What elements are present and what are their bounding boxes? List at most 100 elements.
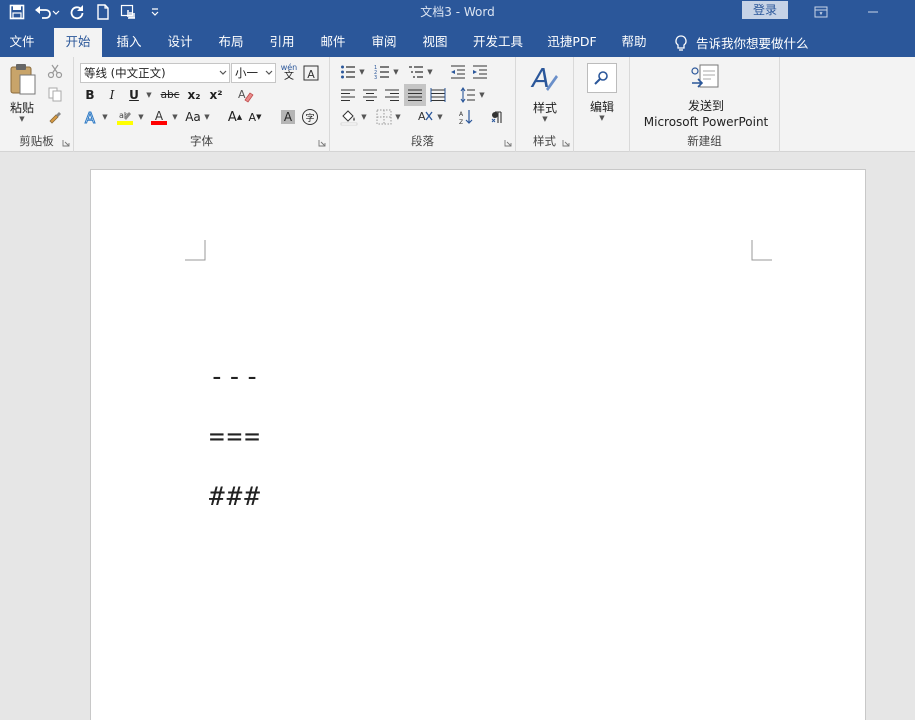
show-formatting-marks-button[interactable] [488,107,508,127]
highlight-button[interactable]: ab [114,107,136,127]
styles-button[interactable]: A 样式 ▼ [522,61,568,125]
ribbon-display-icon [814,6,828,17]
document-area[interactable]: --- === ### [0,153,915,720]
cut-button[interactable] [44,61,66,81]
multilevel-list-button[interactable] [406,62,426,82]
svg-text:A: A [238,88,246,101]
justify-icon [408,89,422,102]
paste-button[interactable]: 粘贴 ▼ [4,61,40,125]
superscript-button[interactable]: x² [206,85,226,105]
strikethrough-button[interactable]: abc [158,85,182,105]
grow-font-button[interactable]: A ▲ [226,107,244,127]
minimize-button[interactable] [850,0,896,23]
numbering-dropdown[interactable]: ▼ [392,62,400,82]
borders-button[interactable] [374,107,394,127]
chinese-layout-button[interactable]: A [414,107,436,127]
login-button[interactable]: 登录 [742,1,788,19]
dialog-launcher-icon[interactable] [62,139,70,147]
align-right-icon [385,89,399,102]
align-left-icon [341,89,355,102]
decrease-indent-icon [451,65,465,79]
shading-button[interactable] [338,107,360,127]
tab-insert[interactable]: 插入 [106,28,152,57]
tell-me-text: 告诉我你想要做什么 [696,36,809,51]
change-case-button[interactable]: Aa [182,107,204,127]
document-page[interactable]: --- === ### [90,169,866,720]
document-line-hashes[interactable]: ### [209,482,262,512]
shrink-font-label: A [248,110,257,124]
subscript-button[interactable]: x₂ [184,85,204,105]
bold-button[interactable]: B [80,85,100,105]
enclose-characters-button[interactable]: 字 [300,107,320,127]
borders-dropdown[interactable]: ▼ [394,107,402,127]
tab-references[interactable]: 引用 [259,28,305,57]
tab-xunjie-pdf[interactable]: 迅捷PDF [540,28,604,57]
align-right-button[interactable] [382,85,402,105]
clear-formatting-button[interactable]: A [234,85,256,105]
align-center-button[interactable] [360,85,380,105]
styles-icon: A [530,64,558,94]
editing-button[interactable]: 编辑 ▼ [580,61,624,125]
clipboard-group: 粘贴 ▼ 剪贴板 [0,57,74,152]
tab-design[interactable]: 设计 [157,28,203,57]
tell-me-box[interactable]: 告诉我你想要做什么 [674,28,809,57]
font-color-button[interactable]: A [148,107,170,127]
font-name-combo[interactable]: 等线 (中文正文) [80,63,230,83]
font-size-combo[interactable]: 小一 [231,63,276,83]
ribbon-display-options-button[interactable] [798,0,844,23]
send-to-powerpoint-line1: 发送到 [687,99,724,113]
paragraph-group-label: 段落 [411,134,434,148]
line-spacing-button[interactable] [458,85,478,105]
chinese-layout-dropdown[interactable]: ▼ [436,107,444,127]
editing-icon-box [587,63,617,93]
underline-dropdown[interactable]: ▼ [144,85,154,105]
character-shading-button[interactable]: A [278,107,298,127]
tab-view[interactable]: 视图 [412,28,458,57]
distributed-button[interactable] [428,85,448,105]
copy-button[interactable] [44,84,66,104]
change-case-dropdown[interactable]: ▼ [202,107,212,127]
shading-dropdown[interactable]: ▼ [360,107,368,127]
font-color-dropdown[interactable]: ▼ [170,107,180,127]
justify-button[interactable] [404,84,426,106]
document-line-equals[interactable]: === [209,422,262,452]
bullets-button[interactable] [338,62,358,82]
sort-button[interactable]: AZ [456,107,476,127]
font-name-value: 等线 (中文正文) [84,66,166,80]
text-effects-icon: A [84,109,96,125]
shrink-font-button[interactable]: A ▼ [246,107,264,127]
tab-developer[interactable]: 开发工具 [466,28,530,57]
increase-indent-button[interactable] [470,62,490,82]
tab-review[interactable]: 审阅 [361,28,407,57]
dialog-launcher-icon[interactable] [504,139,512,147]
format-painter-button[interactable] [44,107,66,127]
paste-icon [10,64,36,95]
tab-file[interactable]: 文件 [0,28,44,57]
font-group-label: 字体 [190,134,213,148]
editing-label: 编辑 [589,100,614,114]
tab-help[interactable]: 帮助 [612,28,656,57]
decrease-indent-button[interactable] [448,62,468,82]
dialog-launcher-icon[interactable] [562,139,570,147]
character-border-button[interactable]: A [301,63,321,83]
phonetic-guide-button[interactable]: wén 文 [279,62,299,82]
multilevel-list-dropdown[interactable]: ▼ [426,62,434,82]
document-line-dashes[interactable]: --- [209,362,262,392]
tab-layout[interactable]: 布局 [208,28,254,57]
highlight-dropdown[interactable]: ▼ [136,107,146,127]
tab-home[interactable]: 开始 [54,28,102,57]
align-left-button[interactable] [338,85,358,105]
new-group-label: 新建组 [687,134,722,148]
italic-button[interactable]: I [102,85,122,105]
send-to-powerpoint-button[interactable]: 发送到 Microsoft PowerPoint [636,61,776,129]
text-effects-button[interactable]: A [80,107,100,127]
text-effects-dropdown[interactable]: ▼ [100,107,110,127]
svg-text:A: A [418,110,426,123]
dialog-launcher-icon[interactable] [318,139,326,147]
chevron-down-icon: ▼ [542,115,548,123]
underline-button[interactable]: U [124,85,144,105]
line-spacing-dropdown[interactable]: ▼ [478,85,486,105]
tab-mailings[interactable]: 邮件 [310,28,356,57]
numbering-button[interactable]: 123 [372,62,392,82]
bullets-dropdown[interactable]: ▼ [358,62,366,82]
